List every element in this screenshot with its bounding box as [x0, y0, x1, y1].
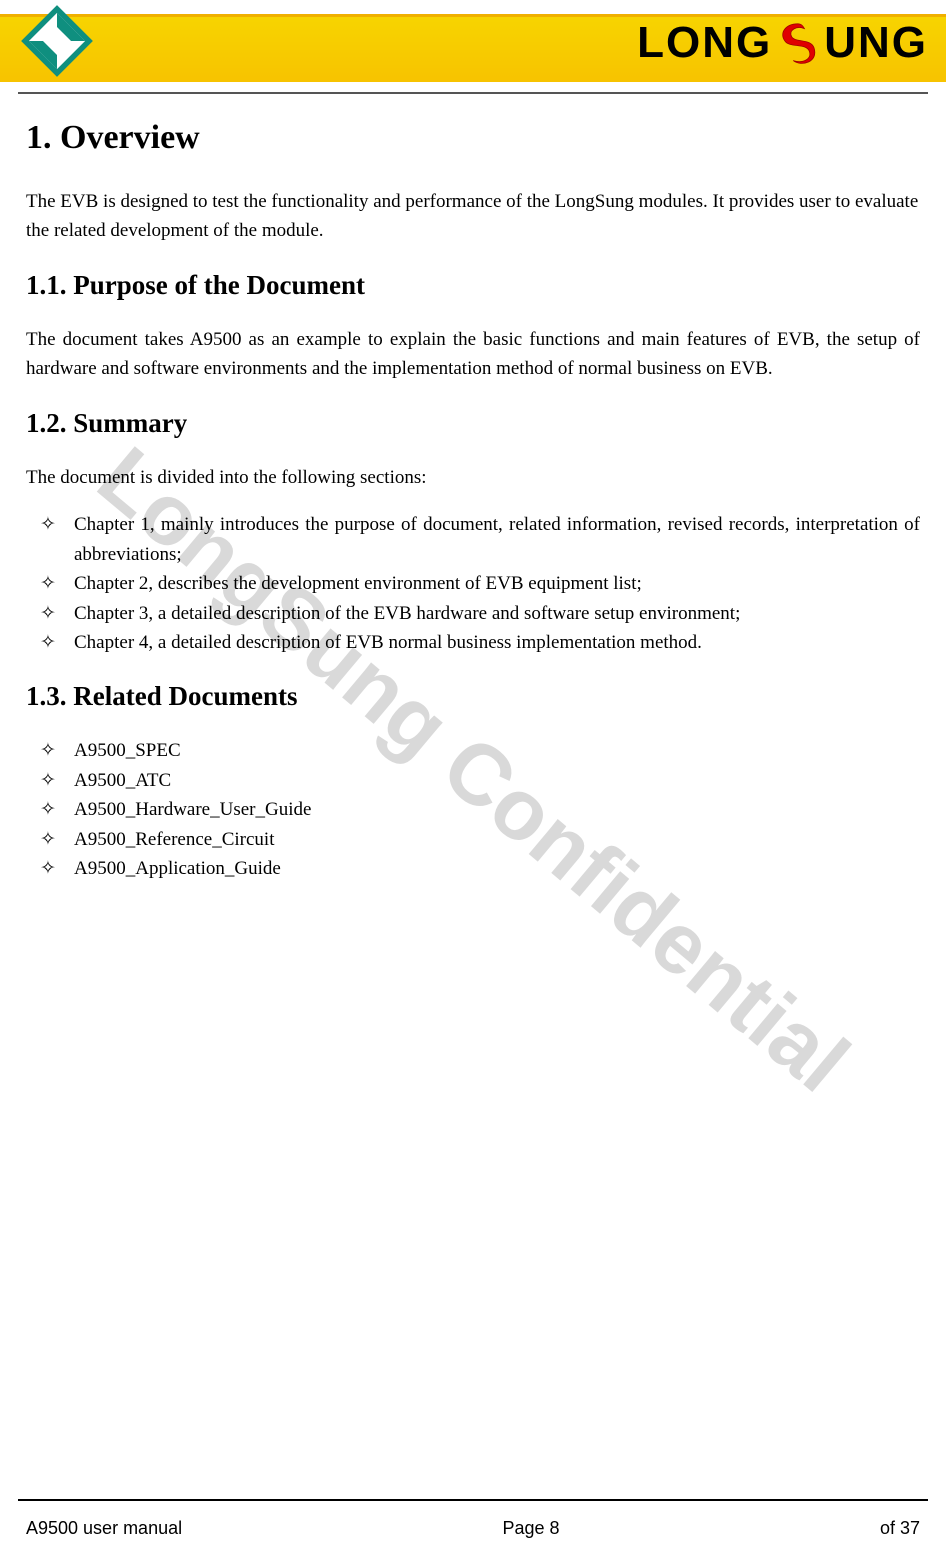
brand-diamond-logo [18, 2, 96, 80]
footer: A9500 user manual Page 8 of 37 [26, 1518, 920, 1539]
footer-separator [18, 1499, 928, 1501]
brand-s-icon [774, 19, 822, 67]
brand-wordmark: LONG UNG [637, 18, 928, 68]
heading-summary: 1.2. Summary [26, 408, 920, 439]
heading-overview: 1. Overview [26, 119, 920, 157]
header-separator [18, 92, 928, 94]
brand-wordmark-right: UNG [824, 18, 928, 68]
list-item: Chapter 1, mainly introduces the purpose… [26, 510, 920, 569]
purpose-paragraph: The document takes A9500 as an example t… [26, 325, 920, 384]
header: LONG UNG [0, 0, 946, 95]
list-item: A9500_SPEC [26, 736, 920, 765]
brand-wordmark-left: LONG [637, 18, 772, 68]
list-item: A9500_Application_Guide [26, 854, 920, 883]
heading-purpose: 1.1. Purpose of the Document [26, 270, 920, 301]
heading-related: 1.3. Related Documents [26, 681, 920, 712]
list-item: A9500_ATC [26, 766, 920, 795]
list-item: A9500_Hardware_User_Guide [26, 795, 920, 824]
list-item: Chapter 2, describes the development env… [26, 569, 920, 598]
overview-paragraph: The EVB is designed to test the function… [26, 187, 920, 246]
footer-center: Page 8 [503, 1518, 560, 1539]
list-item: A9500_Reference_Circuit [26, 825, 920, 854]
page-content: 1. Overview The EVB is designed to test … [0, 95, 946, 884]
related-docs-list: A9500_SPEC A9500_ATC A9500_Hardware_User… [26, 736, 920, 883]
footer-right: of 37 [880, 1518, 920, 1539]
list-item: Chapter 4, a detailed description of EVB… [26, 628, 920, 657]
summary-list: Chapter 1, mainly introduces the purpose… [26, 510, 920, 657]
list-item: Chapter 3, a detailed description of the… [26, 599, 920, 628]
summary-intro: The document is divided into the followi… [26, 463, 920, 492]
footer-left: A9500 user manual [26, 1518, 182, 1539]
